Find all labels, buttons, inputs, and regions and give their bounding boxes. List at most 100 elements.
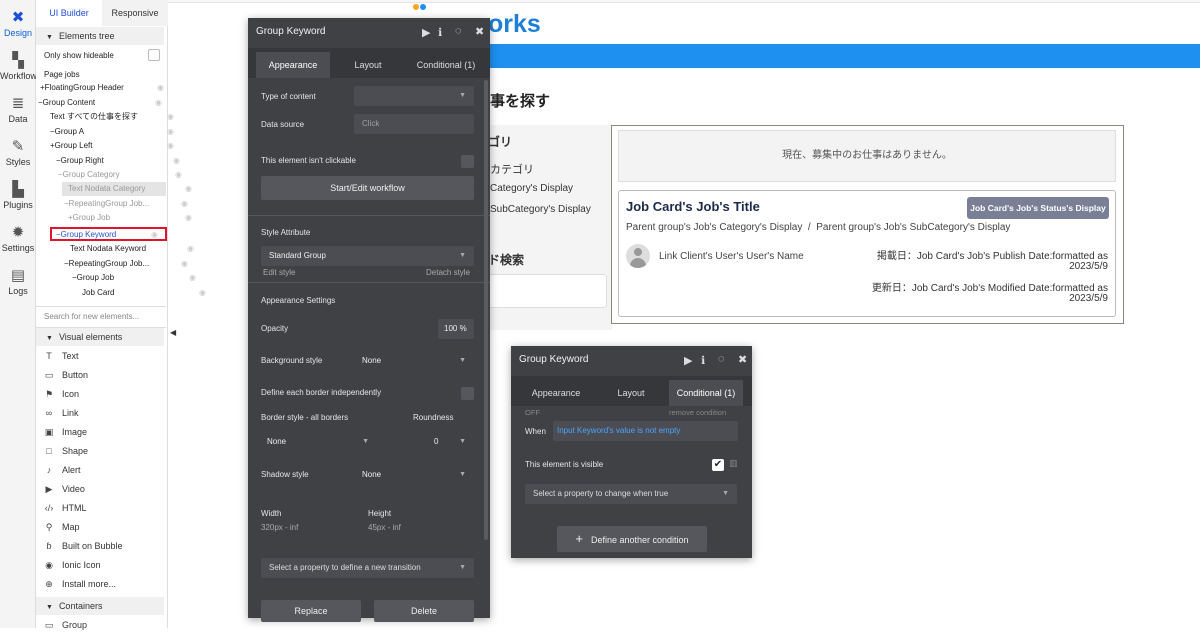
- preview-icon[interactable]: ▶: [684, 354, 692, 367]
- tree-item[interactable]: Text すべての仕事を探す ◉: [50, 110, 176, 124]
- element-text[interactable]: T Text: [42, 347, 162, 365]
- tree-item[interactable]: Job Card ◉: [82, 286, 208, 300]
- rail-design[interactable]: ✖ Design: [0, 10, 36, 39]
- tab-appearance[interactable]: Appearance: [519, 380, 593, 406]
- start-edit-workflow-button[interactable]: Start/Edit workflow: [261, 176, 474, 200]
- eye-icon[interactable]: ◉: [189, 271, 196, 285]
- property-select[interactable]: Select a property to change when true ▼: [525, 484, 737, 504]
- eye-icon[interactable]: ◉: [187, 242, 194, 256]
- keyword-input[interactable]: [488, 274, 607, 308]
- comment-icon[interactable]: ◌: [718, 353, 725, 365]
- tree-item[interactable]: Page jobs: [44, 68, 170, 82]
- visual-elements-header[interactable]: ▼ Visual elements: [36, 328, 164, 346]
- rail-styles[interactable]: ✎ Styles: [0, 139, 36, 168]
- preview-icon[interactable]: ▶: [422, 26, 430, 39]
- tree-item[interactable]: −Group Category ◉: [58, 168, 184, 182]
- element-group[interactable]: ▭ Group: [42, 616, 162, 634]
- eye-icon[interactable]: ◉: [175, 168, 182, 182]
- tree-item-selected[interactable]: −Group Keyword ◉: [56, 228, 160, 242]
- tab-layout[interactable]: Layout: [338, 52, 398, 78]
- tab-conditional[interactable]: Conditional (1): [406, 52, 486, 78]
- tree-item[interactable]: Text Nodata Category ◉: [68, 182, 194, 196]
- rail-data[interactable]: ≣ Data: [0, 96, 36, 125]
- element-map[interactable]: ⚲ Map: [42, 518, 162, 536]
- detach-style-link[interactable]: Detach style: [426, 268, 470, 277]
- tree-item[interactable]: +Group Job ◉: [68, 211, 194, 225]
- type-of-content-label: Type of content: [261, 92, 316, 101]
- delete-button[interactable]: Delete: [374, 600, 474, 622]
- element-ionic-icon[interactable]: ◉ Ionic Icon: [42, 556, 162, 574]
- tree-item[interactable]: −Group Content ◉: [38, 96, 164, 110]
- tab-ui-builder[interactable]: UI Builder: [36, 0, 102, 26]
- tab-layout[interactable]: Layout: [601, 380, 661, 406]
- close-icon[interactable]: ✖: [738, 353, 747, 366]
- rail-plugins[interactable]: ▙ Plugins: [0, 182, 36, 211]
- element-alert[interactable]: ♪ Alert: [42, 461, 162, 479]
- tree-item[interactable]: −Group A ◉: [50, 125, 176, 139]
- edit-style-link[interactable]: Edit style: [263, 268, 295, 277]
- element-built-on-bubble[interactable]: ɓ Built on Bubble: [42, 537, 162, 555]
- element-image[interactable]: ▣ Image: [42, 423, 162, 441]
- element-video[interactable]: ▶ Video: [42, 480, 162, 498]
- transition-select[interactable]: Select a property to define a new transi…: [261, 558, 474, 578]
- shadow-style-select[interactable]: None ▼: [354, 465, 474, 485]
- tree-item[interactable]: Text Nodata Keyword ◉: [70, 242, 196, 256]
- opacity-input[interactable]: 100 %: [438, 319, 474, 339]
- border-style-select[interactable]: None ▼: [261, 432, 377, 452]
- rail-logs[interactable]: ▤ Logs: [0, 268, 36, 297]
- eye-icon[interactable]: ◉: [199, 286, 206, 300]
- tab-responsive[interactable]: Responsive: [102, 0, 168, 26]
- define-border-checkbox[interactable]: [461, 387, 474, 400]
- containers-header[interactable]: ▼ Containers: [36, 597, 164, 615]
- roundness-select[interactable]: 0 ▼: [426, 432, 474, 452]
- style-select[interactable]: Standard Group ▼: [261, 246, 474, 266]
- tree-item[interactable]: −RepeatingGroup Job... ◉: [64, 257, 190, 271]
- not-clickable-checkbox[interactable]: [461, 155, 474, 168]
- remove-condition-link[interactable]: remove condition: [669, 408, 726, 417]
- tab-appearance[interactable]: Appearance: [256, 52, 330, 78]
- tree-item[interactable]: −Group Right ◉: [56, 154, 182, 168]
- replace-button[interactable]: Replace: [261, 600, 361, 622]
- condition-expression[interactable]: Input Keyword's value is not empty: [553, 421, 738, 441]
- background-style-select[interactable]: None ▼: [354, 351, 474, 371]
- elements-tree-header[interactable]: ▼ Elements tree: [36, 27, 164, 45]
- element-html[interactable]: ‹/› HTML: [42, 499, 162, 517]
- eye-icon[interactable]: ◉: [167, 110, 174, 124]
- condition-off-toggle[interactable]: OFF: [525, 408, 540, 417]
- eye-icon[interactable]: ◉: [167, 139, 174, 153]
- eye-icon[interactable]: ◉: [155, 96, 162, 110]
- search-elements-input[interactable]: Search for new elements...: [36, 306, 166, 328]
- info-icon[interactable]: ℹ: [701, 354, 705, 367]
- eye-icon[interactable]: ◉: [151, 228, 158, 242]
- eye-icon[interactable]: ◉: [185, 211, 192, 225]
- element-link[interactable]: ∞ Link: [42, 404, 162, 422]
- trash-icon[interactable]: ▥: [729, 458, 738, 469]
- define-another-condition-button[interactable]: + Define another condition: [557, 526, 707, 552]
- eye-icon[interactable]: ◉: [167, 125, 174, 139]
- tree-item[interactable]: −Group Job ◉: [72, 271, 198, 285]
- tab-conditional[interactable]: Conditional (1): [669, 380, 743, 406]
- editor-scrollbar[interactable]: [484, 80, 488, 540]
- eye-icon[interactable]: ◉: [157, 81, 164, 95]
- element-install-more[interactable]: ⊕ Install more...: [42, 575, 162, 593]
- close-icon[interactable]: ✖: [475, 25, 484, 38]
- comment-icon[interactable]: ◌: [455, 25, 462, 37]
- rail-settings[interactable]: ✹ Settings: [0, 225, 36, 254]
- info-icon[interactable]: ℹ: [438, 26, 442, 39]
- eye-icon[interactable]: ◉: [173, 154, 180, 168]
- rail-workflow[interactable]: ▚ Workflow: [0, 53, 37, 82]
- tree-item[interactable]: −RepeatingGroup Job... ◉: [64, 197, 190, 211]
- eye-icon[interactable]: ◉: [181, 197, 188, 211]
- eye-icon[interactable]: ◉: [181, 257, 188, 271]
- tree-item[interactable]: +Group Left ◉: [50, 139, 176, 153]
- type-of-content-select[interactable]: ▼: [354, 86, 474, 106]
- tree-item[interactable]: +FloatingGroup Header ◉: [40, 81, 166, 95]
- panel-collapse-arrow[interactable]: ◀: [170, 328, 176, 337]
- element-icon[interactable]: ⚑ Icon: [42, 385, 162, 403]
- data-source-input[interactable]: Click: [354, 114, 474, 134]
- element-shape[interactable]: □ Shape: [42, 442, 162, 460]
- eye-icon[interactable]: ◉: [185, 182, 192, 196]
- visible-checkbox[interactable]: ✔: [712, 459, 724, 471]
- element-button[interactable]: ▭ Button: [42, 366, 162, 384]
- only-hideable-checkbox[interactable]: [148, 49, 160, 61]
